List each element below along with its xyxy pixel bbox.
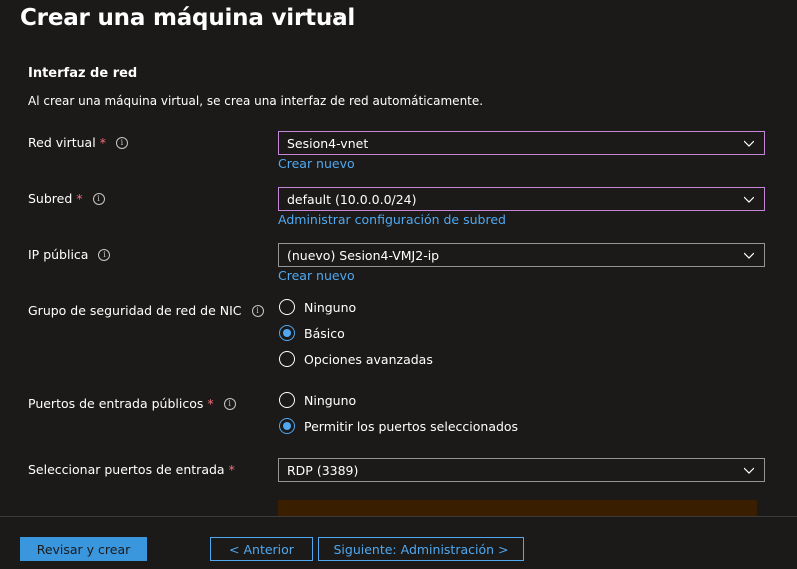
chevron-down-icon [744, 196, 754, 203]
subnet-value: default (10.0.0.0/24) [287, 191, 417, 207]
inbound-radio-none[interactable]: Ninguno [279, 392, 356, 408]
required-marker: * [228, 462, 235, 477]
nic-nsg-label-text: Grupo de seguridad de red de NIC [28, 303, 242, 318]
inbound-ports-value: RDP (3389) [287, 462, 359, 478]
radio-button[interactable] [279, 392, 295, 408]
info-icon[interactable]: i [98, 248, 111, 261]
virtual-network-label: Red virtual * i [28, 135, 128, 150]
public-ip-label-text: IP pública [28, 247, 89, 262]
inbound-ports-select[interactable]: RDP (3389) [278, 458, 765, 482]
nsg-radio-advanced[interactable]: Opciones avanzadas [279, 351, 433, 367]
public-ip-label: IP pública i [28, 247, 111, 262]
footer-bar: Revisar y crear < Anterior Siguiente: Ad… [0, 516, 797, 569]
info-icon[interactable]: i [223, 397, 236, 410]
virtual-network-value: Sesion4-vnet [287, 135, 369, 151]
info-icon[interactable]: i [251, 304, 264, 317]
warning-box [278, 500, 757, 516]
subnet-select[interactable]: default (10.0.0.0/24) [278, 187, 765, 211]
create-public-ip-link[interactable]: Crear nuevo [278, 268, 355, 283]
public-inbound-ports-label: Puertos de entrada públicos * i [28, 396, 236, 411]
section-title: Interfaz de red [28, 66, 138, 81]
info-icon[interactable]: i [115, 136, 128, 149]
radio-label: Ninguno [304, 299, 357, 315]
chevron-down-icon [744, 252, 754, 259]
public-inbound-ports-label-text: Puertos de entrada públicos [28, 396, 204, 411]
virtual-network-label-text: Red virtual [28, 135, 96, 150]
select-inbound-ports-label: Seleccionar puertos de entrada * [28, 462, 235, 477]
nic-nsg-label: Grupo de seguridad de red de NIC i [28, 303, 264, 318]
next-button[interactable]: Siguiente: Administración > [318, 537, 524, 561]
more-options-icon[interactable]: ··· [329, 9, 342, 25]
section-description: Al crear una máquina virtual, se crea un… [28, 94, 484, 108]
nsg-radio-basic[interactable]: Básico [279, 325, 345, 341]
required-marker: * [76, 191, 83, 206]
radio-button-selected[interactable] [279, 418, 295, 434]
radio-button[interactable] [279, 351, 295, 367]
public-ip-value: (nuevo) Sesion4-VMJ2-ip [287, 247, 440, 263]
virtual-network-select[interactable]: Sesion4-vnet [278, 131, 765, 155]
nsg-radio-none[interactable]: Ninguno [279, 299, 356, 315]
subnet-label-text: Subred [28, 191, 73, 206]
subnet-label: Subred * i [28, 191, 105, 206]
chevron-down-icon [744, 140, 754, 147]
select-inbound-ports-label-text: Seleccionar puertos de entrada [28, 462, 225, 477]
review-create-button[interactable]: Revisar y crear [20, 537, 147, 561]
manage-subnet-link[interactable]: Administrar configuración de subred [278, 212, 506, 227]
create-virtual-network-link[interactable]: Crear nuevo [278, 156, 355, 171]
required-marker: * [207, 396, 214, 411]
previous-button[interactable]: < Anterior [210, 537, 313, 561]
radio-button-selected[interactable] [279, 325, 295, 341]
radio-label: Permitir los puertos seleccionados [304, 418, 519, 434]
page-title: Crear una máquina virtual [20, 5, 356, 31]
public-ip-select[interactable]: (nuevo) Sesion4-VMJ2-ip [278, 243, 765, 267]
radio-label: Opciones avanzadas [304, 351, 433, 367]
info-icon[interactable]: i [92, 192, 105, 205]
inbound-radio-allow-selected[interactable]: Permitir los puertos seleccionados [279, 418, 518, 434]
radio-label: Básico [304, 325, 345, 341]
required-marker: * [99, 135, 106, 150]
radio-button[interactable] [279, 299, 295, 315]
create-vm-page: Crear una máquina virtual ··· Interfaz d… [0, 0, 797, 569]
chevron-down-icon [744, 467, 754, 474]
radio-label: Ninguno [304, 392, 357, 408]
